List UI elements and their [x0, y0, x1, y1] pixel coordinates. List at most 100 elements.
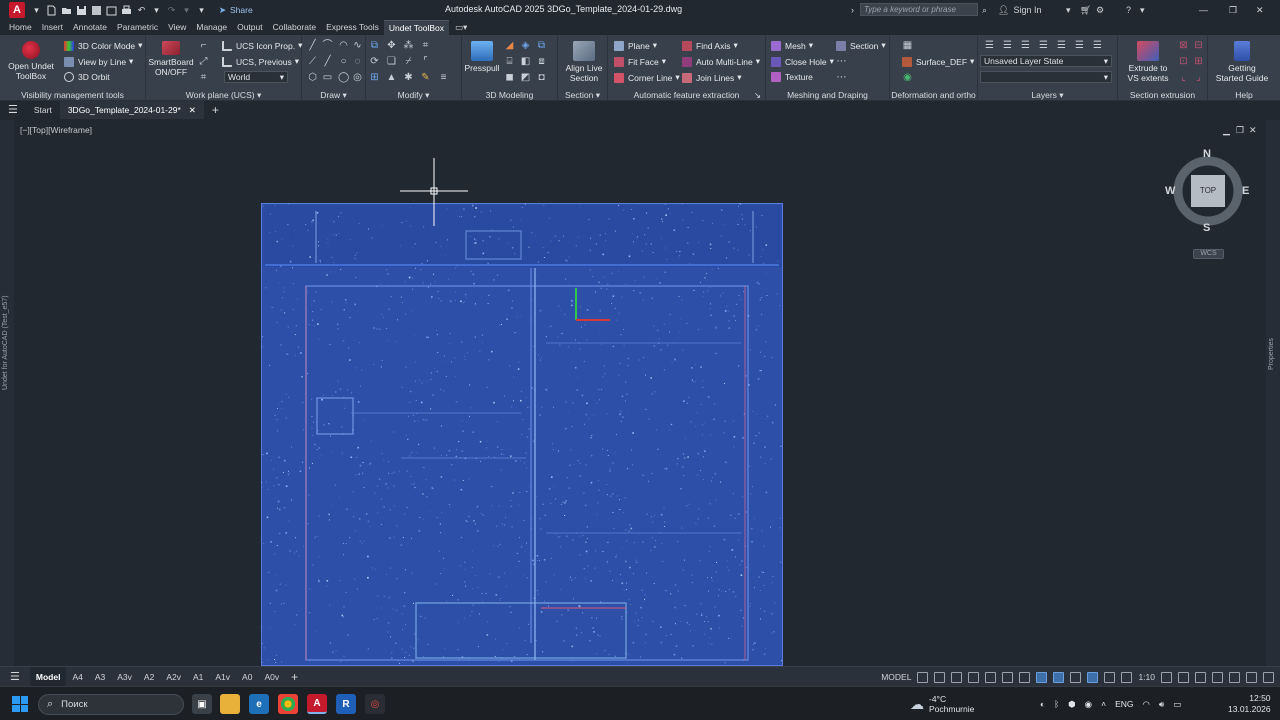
- minimize-icon[interactable]: —: [1199, 3, 1208, 17]
- undet-palette-label[interactable]: Undet for AutoCAD (Test_e57): [2, 270, 9, 390]
- extrusion-tool2-icon[interactable]: ⊡: [1178, 56, 1189, 67]
- ucs-view-icon[interactable]: ⌗: [198, 72, 209, 83]
- isolate-objects-icon[interactable]: [1229, 671, 1240, 683]
- extrusion-panel-title[interactable]: Section extrusion: [1118, 89, 1207, 101]
- union-icon[interactable]: ⧉: [536, 40, 547, 51]
- tray-app-icon[interactable]: ◐: [1040, 699, 1045, 709]
- orbit-button[interactable]: 3D Orbit: [64, 72, 110, 82]
- layers-panel-title[interactable]: Layers ▾: [978, 89, 1117, 101]
- viewcube-top-face[interactable]: TOP: [1191, 175, 1225, 207]
- tab-manage[interactable]: Manage: [191, 20, 232, 35]
- sign-in-dropdown-icon[interactable]: ▾: [1066, 3, 1071, 17]
- layout-tab-a0[interactable]: A0: [236, 667, 258, 687]
- layout-tab-a0v[interactable]: A0v: [258, 667, 285, 687]
- help-dropdown-icon[interactable]: ▾: [1140, 3, 1145, 17]
- layer-match-icon[interactable]: ☰: [1092, 40, 1103, 51]
- undo-icon[interactable]: ↶: [135, 4, 148, 17]
- break-icon[interactable]: ≡: [438, 72, 449, 83]
- stretch-icon[interactable]: ⊞: [369, 72, 380, 83]
- fit-face-button[interactable]: Fit Face ▾: [614, 56, 666, 67]
- ucs-icon-properties-button[interactable]: UCS Icon Prop. ▾: [222, 40, 302, 51]
- cylinder-icon[interactable]: ⌸: [504, 56, 515, 67]
- section-button[interactable]: Section ▾: [836, 40, 886, 51]
- offset-icon[interactable]: ❏: [386, 56, 397, 67]
- ribbon-minimize-icon[interactable]: ▭▾: [455, 22, 475, 33]
- tab-express-tools[interactable]: Express Tools: [321, 20, 384, 35]
- annotation-monitor-icon[interactable]: [1178, 671, 1189, 683]
- extrude-icon[interactable]: ◢: [504, 40, 515, 51]
- layer-properties-icon[interactable]: ☰: [984, 40, 995, 51]
- ellipse-icon[interactable]: ◌: [352, 56, 363, 67]
- grid-icon[interactable]: [917, 671, 929, 683]
- extrusion-tool-icon[interactable]: ⊠: [1178, 40, 1189, 51]
- trim-icon[interactable]: ⌿: [403, 56, 414, 67]
- torus-icon[interactable]: ◩: [520, 72, 531, 83]
- layout-tab-a3[interactable]: A3: [89, 667, 111, 687]
- subtract-icon[interactable]: ⧈: [536, 56, 547, 67]
- viewport-minimize-icon[interactable]: ▁: [1223, 125, 1230, 136]
- move-icon[interactable]: ✥: [386, 40, 397, 51]
- object-snap-icon[interactable]: [1019, 671, 1031, 683]
- close-hole-button[interactable]: Close Hole ▾: [771, 56, 834, 67]
- explode-icon[interactable]: ✱: [403, 72, 414, 83]
- close-icon[interactable]: ✕: [1256, 3, 1264, 17]
- tab-undet-toolbox[interactable]: Undet ToolBox: [383, 20, 449, 35]
- tab-insert[interactable]: Insert: [37, 20, 68, 35]
- getting-started-button[interactable]: Getting Started Guide: [1214, 41, 1270, 83]
- battery-icon[interactable]: ▭: [1173, 699, 1181, 710]
- layout-tab-a3v[interactable]: A3v: [111, 667, 138, 687]
- ucs-icon[interactable]: ⌐: [198, 40, 209, 51]
- maximize-icon[interactable]: ❐: [1229, 3, 1237, 17]
- lines-icon[interactable]: [1070, 671, 1082, 683]
- layer-state-select[interactable]: Unsaved Layer State ▾: [980, 55, 1112, 67]
- autocad-taskbar-icon[interactable]: A: [307, 694, 327, 714]
- polygon-icon[interactable]: ⬡: [307, 72, 318, 83]
- tab-view[interactable]: View: [163, 20, 191, 35]
- presspull-button[interactable]: Presspull: [464, 41, 500, 73]
- tab-annotate[interactable]: Annotate: [68, 20, 112, 35]
- tab-output[interactable]: Output: [232, 20, 268, 35]
- task-view-icon[interactable]: ▣: [192, 694, 212, 714]
- model-space-toggle[interactable]: MODEL: [881, 672, 911, 682]
- properties-palette-label[interactable]: Properties: [1268, 338, 1275, 370]
- layer-lock-icon[interactable]: ☰: [1074, 40, 1085, 51]
- ortho-icon[interactable]: ◉: [902, 72, 913, 83]
- scale-icon[interactable]: ⌗: [420, 40, 431, 51]
- layout-tab-a4[interactable]: A4: [66, 667, 88, 687]
- units-icon[interactable]: [1195, 671, 1206, 683]
- extrude-to-vs-button[interactable]: Extrude to VS extents: [1126, 41, 1170, 83]
- find-axis-button[interactable]: Find Axis ▾: [682, 40, 738, 51]
- modify-panel-title[interactable]: Modify ▾: [366, 89, 461, 101]
- layout-tab-a2v[interactable]: A2v: [160, 667, 187, 687]
- compass-north[interactable]: N: [1203, 148, 1211, 160]
- redo-icon[interactable]: ↷: [165, 4, 178, 17]
- surface-def-button[interactable]: Surface_DEF ▾: [902, 56, 974, 67]
- object-snap-tracking-icon[interactable]: [1002, 671, 1014, 683]
- modeling-panel-title[interactable]: 3D Modeling: [462, 89, 557, 101]
- section-option2-icon[interactable]: ⋯: [836, 72, 847, 83]
- extrusion-tool5-icon[interactable]: ⊞: [1193, 56, 1204, 67]
- snap-icon[interactable]: [934, 671, 946, 683]
- close-tab-icon[interactable]: ✕: [189, 105, 196, 115]
- new-file-icon[interactable]: [45, 4, 58, 17]
- search-expand-icon[interactable]: ›: [851, 3, 854, 17]
- volume-icon[interactable]: 🔊︎: [1159, 699, 1164, 710]
- line-icon[interactable]: ╱: [307, 40, 318, 51]
- auto-panel-title[interactable]: Automatic feature extraction ↘: [608, 89, 765, 101]
- extrusion-tool3-icon[interactable]: ⌞: [1178, 72, 1189, 83]
- array-icon[interactable]: ⁂: [403, 40, 414, 51]
- ucs-3point-icon[interactable]: ⤢: [198, 56, 209, 67]
- donut-icon[interactable]: ◎: [352, 72, 363, 83]
- windows-start-icon[interactable]: [12, 696, 28, 712]
- tab-collaborate[interactable]: Collaborate: [268, 20, 321, 35]
- open-folder-icon[interactable]: [60, 4, 73, 17]
- tab-parametric[interactable]: Parametric: [112, 20, 163, 35]
- ray-icon[interactable]: ╱: [322, 56, 333, 67]
- visibility-panel-title[interactable]: Visibility management tools: [0, 89, 145, 101]
- intersect-icon[interactable]: ◘: [536, 72, 547, 83]
- circle-icon[interactable]: ○: [338, 56, 349, 67]
- ucs-world-select[interactable]: World ▾: [224, 71, 288, 83]
- layer-unisolate-icon[interactable]: ☰: [1020, 40, 1031, 51]
- drawing-viewport[interactable]: Undet for AutoCAD (Test_e57) Properties …: [0, 120, 1280, 666]
- new-layout-icon[interactable]: +: [285, 667, 304, 687]
